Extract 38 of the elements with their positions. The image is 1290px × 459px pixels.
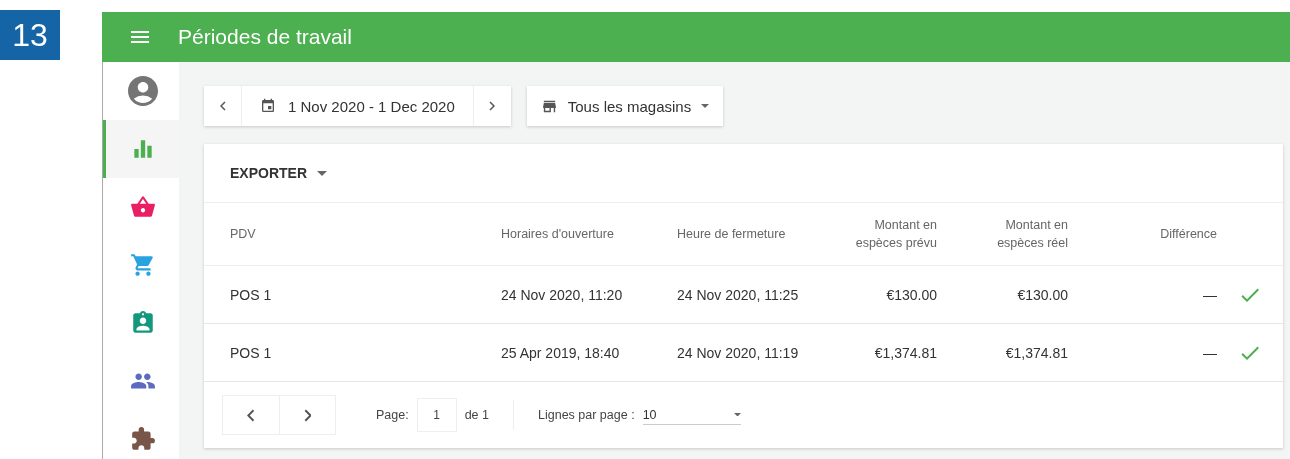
date-range-text: 1 Nov 2020 - 1 Dec 2020	[288, 97, 455, 115]
table-cell-text: 25 Apr 2019, 18:40	[501, 344, 621, 361]
table-cell-text: 24 Nov 2020, 11:25	[677, 286, 800, 303]
chevron-right-icon	[489, 101, 496, 111]
table-cell-text: —	[1202, 286, 1217, 303]
column-header: Différence	[1160, 225, 1217, 243]
chevron-right-icon	[303, 408, 312, 422]
calendar-icon	[260, 98, 276, 114]
store-dropdown-text: Tous les magasins	[567, 97, 692, 115]
table-cell-text: €130.00	[1016, 286, 1068, 303]
rows-per-page-label: Lignes par page :	[538, 408, 635, 422]
page-label: Page:	[376, 408, 409, 422]
store-dropdown[interactable]: Tous les magasins	[526, 86, 724, 126]
table-cell-text: POS 1	[230, 286, 273, 303]
column-header: Heure de fermeture	[677, 225, 787, 243]
column-header: Montant en espèces réel	[996, 216, 1068, 252]
export-text: EXPORTER	[230, 165, 307, 181]
table-cell-text: 24 Nov 2020, 11:19	[677, 344, 800, 361]
chevron-left-icon	[247, 408, 255, 422]
page-input[interactable]: 1	[416, 398, 457, 432]
page-count: de 1	[464, 408, 489, 422]
table-cell-text: POS 1	[230, 344, 273, 361]
caret-icon	[701, 104, 710, 108]
table-cell-text: 24 Nov 2020, 11:20	[501, 286, 624, 303]
table-cell-text: €130.00	[885, 286, 937, 303]
table-cell-text: €1,374.81	[873, 344, 937, 361]
column-header: PDV	[230, 225, 257, 243]
table-cell-text: —	[1202, 344, 1217, 361]
caret-icon	[733, 412, 741, 417]
date-range-button[interactable]: 1 Nov 2020 - 1 Dec 2020	[242, 86, 473, 126]
column-header: Horaires d'ouverture	[501, 225, 615, 243]
app-title: Périodes de travail	[178, 25, 352, 49]
rows-per-page-value: 10	[642, 407, 657, 422]
table-cell-text: €1,374.81	[1004, 344, 1068, 361]
column-header: Montant en espèces prévu	[854, 216, 937, 252]
step-number-badge: 13	[0, 10, 60, 60]
chevron-left-icon	[219, 101, 226, 111]
caret-icon	[317, 170, 327, 176]
